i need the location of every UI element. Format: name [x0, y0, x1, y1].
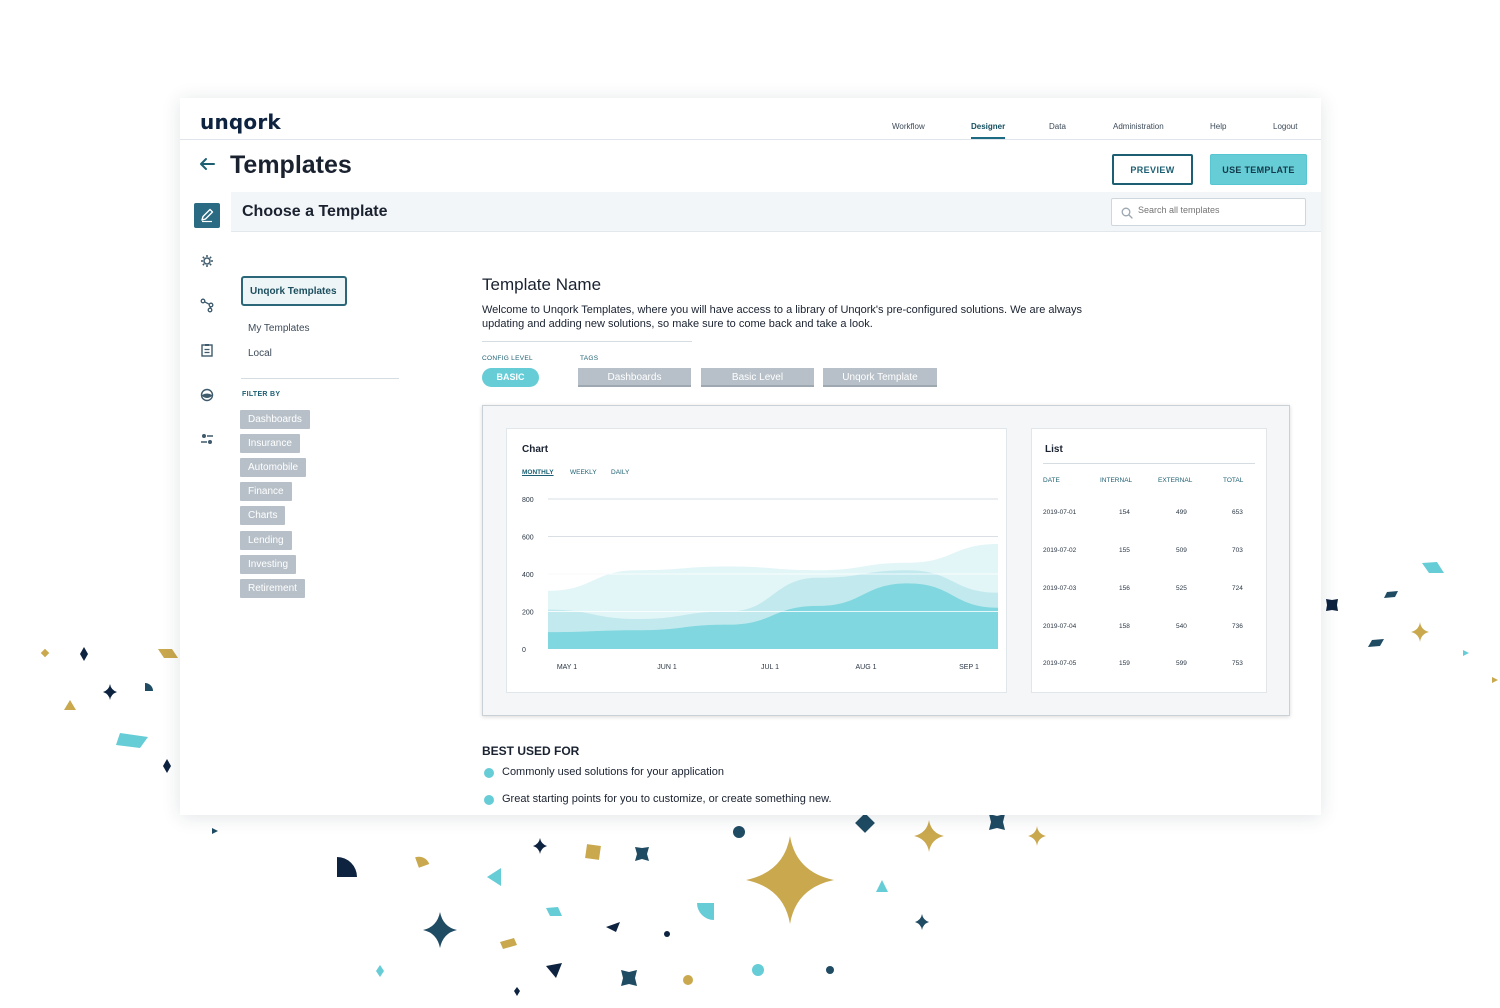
use-template-button[interactable]: USE TEMPLATE — [1210, 154, 1307, 185]
chart-card: 0 200 400 600 800 MAY 1 JUN 1 JUL 1 AUG 1 SEP 1 C… — [506, 428, 1007, 693]
nav-active-indicator — [971, 137, 1005, 139]
sliders-icon[interactable] — [199, 431, 215, 447]
x-tick-label: MAY 1 — [557, 664, 577, 671]
table-cell-total: 753 — [1232, 660, 1243, 667]
x-tick-label: JUN 1 — [657, 664, 677, 671]
period-tab-monthly[interactable]: MONTHLY — [522, 469, 554, 476]
tab-unqork-templates[interactable]: Unqork Templates — [241, 276, 347, 306]
description-divider — [482, 341, 692, 342]
search-input[interactable] — [1138, 205, 1298, 215]
nav-workflow[interactable]: Workflow — [892, 122, 925, 131]
list-card: List DATE INTERNAL EXTERNAL TOTAL 2019-0… — [1031, 428, 1267, 693]
table-cell-date: 2019-07-03 — [1043, 585, 1077, 592]
section-title: Choose a Template — [242, 203, 388, 220]
column-header-external: EXTERNAL — [1158, 477, 1193, 484]
nav-administration[interactable]: Administration — [1113, 122, 1164, 131]
config-level-badge: BASIC — [482, 368, 539, 387]
filter-chip-charts[interactable]: Charts — [240, 506, 286, 525]
tag-basic-level[interactable]: Basic Level — [701, 368, 814, 387]
config-level-label: CONFIG LEVEL — [482, 355, 533, 362]
table-cell-external: 499 — [1176, 509, 1187, 516]
filter-chip-insurance[interactable]: Insurance — [240, 434, 300, 453]
table-cell-internal: 159 — [1119, 660, 1130, 667]
table-cell-external: 509 — [1176, 547, 1187, 554]
workflow-icon[interactable] — [199, 297, 215, 313]
tag-unqork-template[interactable]: Unqork Template — [823, 368, 937, 387]
clipboard-icon[interactable] — [199, 342, 215, 358]
filter-chip-investing[interactable]: Investing — [240, 555, 297, 574]
table-cell-internal: 156 — [1119, 585, 1130, 592]
table-cell-external: 599 — [1176, 660, 1187, 667]
y-tick-label: 400 — [522, 572, 534, 579]
pencil-icon — [201, 208, 214, 223]
y-tick-label: 0 — [522, 647, 526, 654]
table-cell-total: 703 — [1232, 547, 1243, 554]
preview-button[interactable]: PREVIEW — [1112, 154, 1193, 185]
filter-by-label: FILTER BY — [242, 391, 281, 398]
table-cell-date: 2019-07-04 — [1043, 623, 1077, 630]
link-my-templates[interactable]: My Templates — [248, 323, 310, 334]
x-tick-label: SEP 1 — [959, 664, 979, 671]
table-cell-date: 2019-07-02 — [1043, 547, 1077, 554]
nav-logout[interactable]: Logout — [1273, 122, 1297, 131]
nav-designer[interactable]: Designer — [971, 122, 1005, 131]
bullet-dot — [484, 795, 494, 805]
search-icon — [1121, 207, 1133, 219]
filter-chip-dashboards[interactable]: Dashboards — [240, 410, 310, 429]
period-tab-weekly[interactable]: WEEKLY — [570, 469, 597, 476]
table-cell-internal: 155 — [1119, 547, 1130, 554]
list-divider — [1043, 463, 1255, 464]
bullet-dot — [484, 768, 494, 778]
best-used-title: BEST USED FOR — [482, 744, 580, 758]
pencil-button[interactable] — [194, 203, 220, 228]
gear-icon[interactable] — [199, 253, 215, 269]
column-header-internal: INTERNAL — [1100, 477, 1133, 484]
x-tick-label: JUL 1 — [761, 664, 779, 671]
palette-icon[interactable] — [199, 387, 215, 403]
sidebar-divider — [241, 378, 399, 379]
table-cell-internal: 158 — [1119, 623, 1130, 630]
best-used-item: Commonly used solutions for your applica… — [502, 766, 724, 778]
chart-card-title: Chart — [522, 444, 549, 455]
table-cell-internal: 154 — [1119, 509, 1130, 516]
filter-chip-automobile[interactable]: Automobile — [240, 458, 307, 477]
back-arrow-icon[interactable] — [198, 155, 216, 173]
template-name: Template Name — [482, 275, 602, 294]
table-cell-external: 540 — [1176, 623, 1187, 630]
x-tick-label: AUG 1 — [855, 664, 876, 671]
column-header-date: DATE — [1043, 477, 1060, 484]
unqork-logo[interactable]: unqork — [200, 110, 281, 134]
choose-template-bar: Choose a Template — [231, 192, 1321, 232]
template-description: Welcome to Unqork Templates, where you w… — [482, 304, 1083, 330]
template-preview: 0 200 400 600 800 MAY 1 JUN 1 JUL 1 AUG 1 SEP 1 C… — [482, 405, 1290, 716]
nav-help[interactable]: Help — [1210, 122, 1226, 131]
app-window: unqork Workflow Designer Data Administra… — [180, 98, 1321, 815]
tag-dashboards[interactable]: Dashboards — [578, 368, 691, 387]
top-navigation: unqork Workflow Designer Data Administra… — [180, 98, 1321, 140]
search-box[interactable] — [1111, 198, 1306, 226]
table-cell-total: 724 — [1232, 585, 1243, 592]
tags-label: TAGS — [580, 355, 599, 362]
filter-chip-lending[interactable]: Lending — [240, 531, 292, 550]
nav-data[interactable]: Data — [1049, 122, 1066, 131]
link-local[interactable]: Local — [248, 348, 272, 359]
column-header-total: TOTAL — [1223, 477, 1244, 484]
table-cell-external: 525 — [1176, 585, 1187, 592]
y-tick-label: 200 — [522, 610, 534, 617]
period-tab-daily[interactable]: DAILY — [611, 469, 629, 476]
table-cell-date: 2019-07-05 — [1043, 660, 1077, 667]
best-used-item: Great starting points for you to customi… — [502, 793, 832, 805]
table-cell-total: 736 — [1232, 623, 1243, 630]
filter-chip-retirement[interactable]: Retirement — [240, 579, 305, 598]
y-tick-label: 800 — [522, 497, 534, 504]
stage: unqork Workflow Designer Data Administra… — [0, 0, 1500, 1008]
list-card-title: List — [1045, 444, 1063, 455]
y-tick-label: 600 — [522, 535, 534, 542]
table-cell-date: 2019-07-01 — [1043, 509, 1077, 516]
page-title: Templates — [230, 151, 352, 179]
table-cell-total: 653 — [1232, 509, 1243, 516]
filter-chip-finance[interactable]: Finance — [240, 482, 292, 501]
